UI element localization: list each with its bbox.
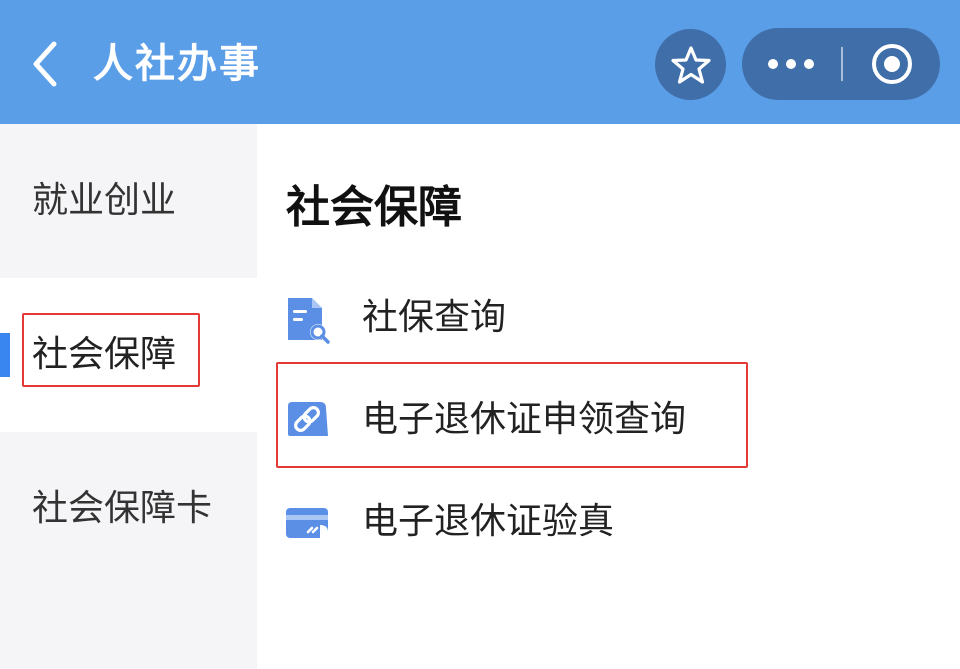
menu-item-social-security-query[interactable]: 社保查询 xyxy=(276,270,746,366)
menu-item-label: 电子退休证验真 xyxy=(362,501,615,542)
mini-program-capsule xyxy=(742,28,940,100)
favorite-button[interactable] xyxy=(655,29,726,100)
capsule-divider xyxy=(841,47,843,81)
more-dots-icon xyxy=(768,59,814,69)
more-button[interactable] xyxy=(742,28,840,100)
close-button[interactable] xyxy=(844,28,940,100)
chevron-left-icon xyxy=(33,41,57,87)
card-icon xyxy=(286,508,328,538)
sidebar-item-social-security-card[interactable]: 社会保障卡 xyxy=(0,432,257,586)
back-button[interactable] xyxy=(24,36,70,92)
section-title: 社会保障 xyxy=(286,182,462,233)
star-icon xyxy=(670,45,711,84)
sidebar-item-employment[interactable]: 就业创业 xyxy=(0,124,257,278)
highlight-box-sidebar xyxy=(22,313,200,387)
target-close-icon xyxy=(872,44,912,84)
top-bar: 人社办事 xyxy=(0,0,960,124)
highlight-box-menu-item xyxy=(276,362,748,468)
sidebar-item-label: 就业创业 xyxy=(32,180,177,221)
document-search-icon xyxy=(288,298,330,344)
page-title: 人社办事 xyxy=(93,41,261,87)
category-sidebar: 就业创业 社会保障 社会保障卡 xyxy=(0,124,257,669)
menu-item-retirement-cert-verification[interactable]: 电子退休证验真 xyxy=(276,474,746,570)
sidebar-item-label: 社会保障卡 xyxy=(32,488,213,529)
active-indicator xyxy=(0,333,10,377)
menu-item-label: 社保查询 xyxy=(362,297,507,338)
